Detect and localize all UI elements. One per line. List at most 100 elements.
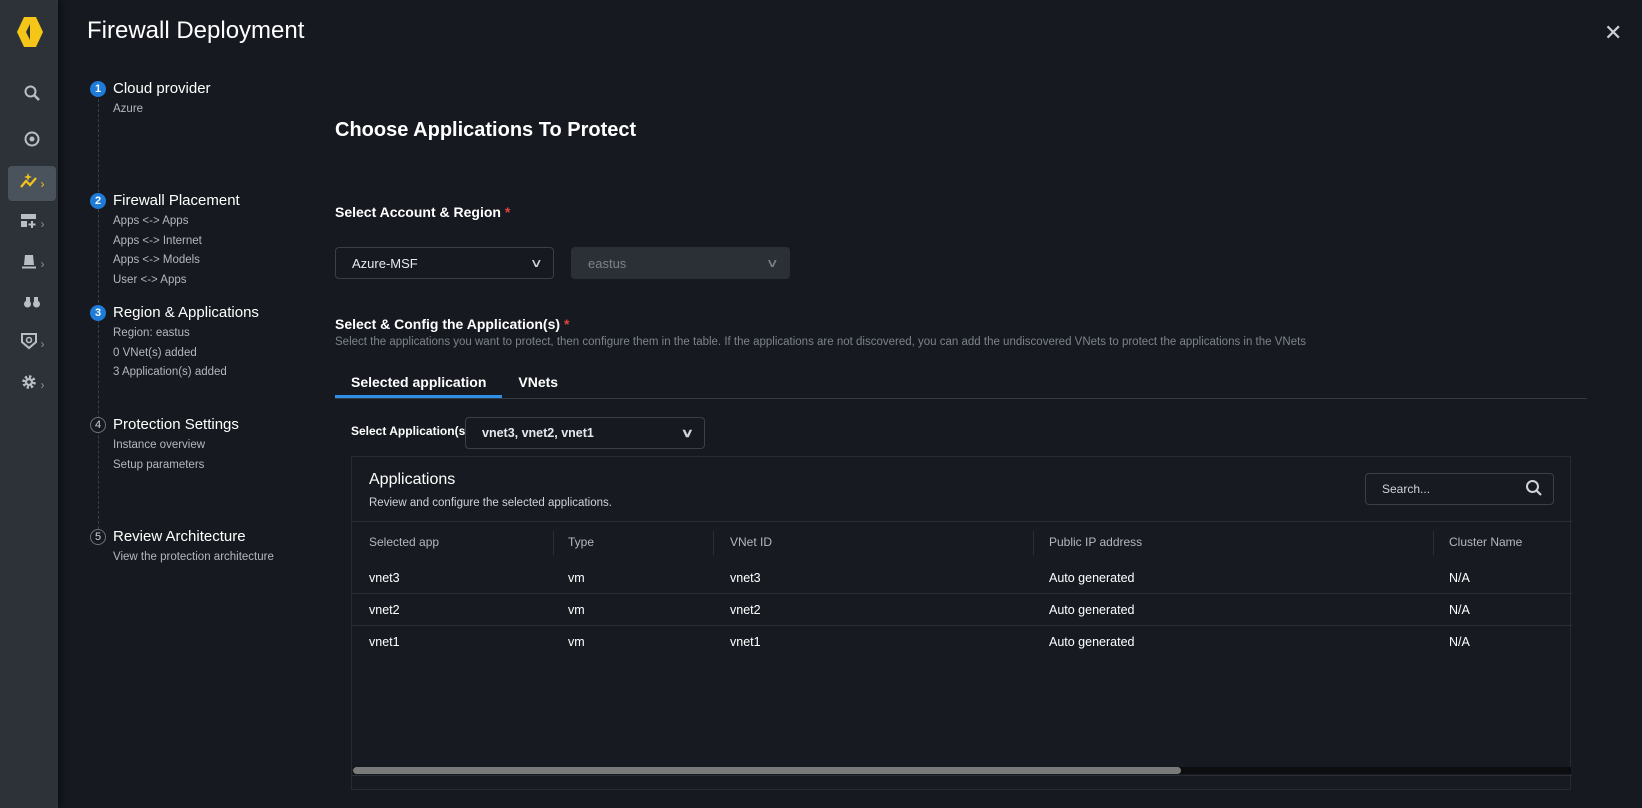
column-separator[interactable] (553, 531, 554, 555)
horizontal-scrollbar[interactable] (353, 767, 1571, 774)
shield-search-icon (20, 332, 38, 355)
step-subtitle: Apps <-> Internet (113, 234, 202, 247)
label-text: Select Account & Region (335, 204, 501, 220)
table-cell: vnet3 (730, 571, 761, 585)
column-header[interactable]: Public IP address (1049, 535, 1142, 549)
binoculars-icon (23, 293, 41, 316)
required-mark: * (563, 316, 570, 332)
step-number: 5 (90, 529, 106, 545)
scrollbar-thumb[interactable] (353, 767, 1182, 774)
page-title: Firewall Deployment (87, 17, 305, 44)
close-icon[interactable]: ✕ (1604, 20, 1622, 46)
tab-vnets[interactable]: VNets (502, 368, 574, 398)
table-cell: Auto generated (1049, 571, 1135, 585)
step-subtitle: Azure (113, 103, 144, 115)
table-cell: Auto generated (1049, 603, 1135, 617)
column-separator[interactable] (713, 531, 714, 555)
divider (352, 775, 1572, 776)
region-value: eastus (588, 255, 627, 271)
panel-title: Applications (369, 471, 456, 488)
search-icon (23, 84, 41, 107)
step-subtitle: Region: eastus (113, 327, 190, 339)
column-header[interactable]: Type (568, 535, 594, 549)
table-row[interactable]: vnet2 vm vnet2 Auto generated N/A (352, 593, 1572, 625)
step-number: 2 (90, 193, 106, 209)
sidebar-item-alarms[interactable]: › (8, 246, 56, 281)
tab-bar: Selected application VNets (335, 368, 1587, 399)
step-title[interactable]: Protection Settings (113, 416, 239, 433)
select-apps-label: Select Application(s) (351, 424, 470, 438)
step-title[interactable]: Cloud provider (113, 80, 211, 97)
step-title[interactable]: Review Architecture (113, 528, 246, 545)
table-cell: N/A (1449, 635, 1470, 649)
table-cell: vnet3 (369, 571, 400, 585)
gear-icon (20, 373, 38, 396)
sidebar-item-observe[interactable] (8, 287, 56, 322)
chevron-down-icon: ∨ (681, 426, 695, 440)
search-icon (1525, 479, 1543, 500)
sidebar-item-deploy[interactable]: › (8, 166, 56, 201)
table-cell: vnet1 (730, 635, 761, 649)
step-title[interactable]: Firewall Placement (113, 192, 240, 209)
alarm-icon (20, 252, 38, 275)
table-row[interactable]: vnet1 vm vnet1 Auto generated N/A (352, 625, 1572, 657)
radar-icon (23, 130, 41, 153)
section-heading: Choose Applications To Protect (335, 119, 637, 141)
table-cell: vm (568, 571, 585, 585)
step-subtitle: 3 Application(s) added (113, 366, 227, 378)
column-separator[interactable] (1033, 531, 1034, 555)
column-header[interactable]: Cluster Name (1449, 535, 1522, 549)
divider (352, 521, 1572, 522)
account-dropdown[interactable]: Azure-MSF ∨ (335, 247, 554, 279)
label-text: Select & Config the Application(s) (335, 316, 561, 332)
step-number: 3 (90, 305, 106, 321)
table-cell: vm (568, 635, 585, 649)
step-subtitle: View the protection architecture (113, 551, 274, 563)
config-apps-label: Select & Config the Application(s) * (335, 316, 569, 332)
tab-selected-application[interactable]: Selected application (335, 368, 503, 398)
config-description: Select the applications you want to prot… (335, 336, 1307, 348)
chevron-right-icon: › (40, 256, 45, 271)
sidebar: › › › › › (0, 0, 58, 808)
step-number: 4 (90, 417, 106, 433)
table-cell: N/A (1449, 603, 1470, 617)
search-placeholder: Search... (1382, 482, 1431, 496)
sidebar-item-search[interactable] (8, 78, 56, 113)
table-cell: vnet1 (369, 635, 400, 649)
table-cell: Auto generated (1049, 635, 1135, 649)
column-header[interactable]: VNet ID (730, 535, 772, 549)
dashboard-add-icon (20, 212, 38, 235)
column-separator[interactable] (1433, 531, 1434, 555)
table-row[interactable]: vnet3 vm vnet3 Auto generated N/A (352, 561, 1572, 593)
table-cell: N/A (1449, 571, 1470, 585)
step-number: 1 (90, 81, 106, 97)
column-header[interactable]: Selected app (369, 535, 439, 549)
search-input[interactable]: Search... (1365, 473, 1554, 505)
step-subtitle: 0 VNet(s) added (113, 346, 197, 359)
step-subtitle: Instance overview (113, 439, 206, 451)
chevron-down-icon: ∨ (766, 256, 780, 270)
select-apps-value: vnet3, vnet2, vnet1 (482, 426, 594, 440)
sidebar-item-radar[interactable] (8, 124, 56, 159)
step-subtitle: Apps <-> Apps (113, 215, 189, 227)
chevron-right-icon: › (40, 216, 45, 231)
chevron-right-icon: › (40, 377, 45, 392)
chevron-down-icon: ∨ (530, 256, 544, 270)
sidebar-item-settings[interactable]: › (8, 367, 56, 402)
required-mark: * (504, 204, 511, 220)
applications-panel: Applications Review and configure the se… (351, 456, 1572, 790)
step-subtitle: User <-> Apps (113, 273, 187, 286)
table-cell: vm (568, 603, 585, 617)
step-title[interactable]: Region & Applications (113, 304, 259, 321)
chevron-right-icon: › (40, 176, 45, 191)
account-value: Azure-MSF (352, 255, 418, 271)
chevron-right-icon: › (40, 336, 45, 351)
sidebar-item-dashboard[interactable]: › (8, 206, 56, 241)
logo (17, 17, 43, 52)
account-region-label: Select Account & Region * (335, 204, 510, 220)
sidebar-item-security[interactable]: › (8, 326, 56, 361)
select-apps-dropdown[interactable]: vnet3, vnet2, vnet1 ∨ (465, 417, 705, 449)
region-dropdown: eastus ∨ (571, 247, 790, 279)
step-subtitle: Apps <-> Models (113, 254, 200, 266)
table-cell: vnet2 (730, 603, 761, 617)
